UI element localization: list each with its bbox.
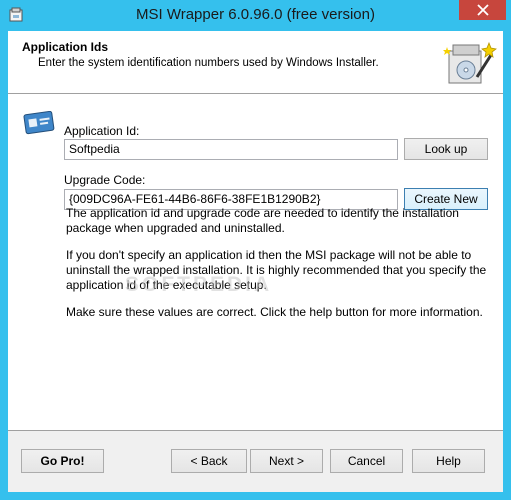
page-title: Application Ids — [22, 40, 109, 54]
window-title: MSI Wrapper 6.0.96.0 (free version) — [136, 6, 375, 23]
info-paragraph-1: The application id and upgrade code are … — [66, 206, 459, 235]
info-text: The application id and upgrade code are … — [66, 206, 496, 332]
close-button[interactable] — [459, 0, 506, 20]
application-id-input[interactable]: Softpedia — [64, 139, 398, 160]
back-button[interactable]: < Back — [171, 449, 247, 473]
info-paragraph-3: Make sure these values are correct. Clic… — [66, 305, 483, 319]
wizard-install-icon — [443, 41, 497, 84]
cancel-button[interactable]: Cancel — [330, 449, 403, 473]
softpedia-watermark: SOFTPEDIA — [125, 273, 273, 296]
wizard-body: Application Id: Softpedia Look up Upgrad… — [8, 94, 503, 431]
close-icon — [476, 4, 489, 16]
wizard-footer: Go Pro! < Back Next > Cancel Help — [8, 431, 503, 492]
wizard-client-area: Application Ids Enter the system identif… — [8, 31, 503, 492]
look-up-button[interactable]: Look up — [404, 138, 488, 160]
application-id-label: Application Id: — [64, 124, 140, 138]
upgrade-code-label: Upgrade Code: — [64, 173, 146, 187]
next-button[interactable]: Next > — [250, 449, 323, 473]
msi-wrapper-window: MSI Wrapper 6.0.96.0 (free version) Appl… — [0, 0, 511, 500]
title-bar[interactable]: MSI Wrapper 6.0.96.0 (free version) — [0, 0, 511, 31]
page-subtitle: Enter the system identification numbers … — [38, 57, 379, 69]
wizard-header: Application Ids Enter the system identif… — [8, 31, 503, 94]
id-card-icon — [23, 111, 55, 135]
go-pro-button[interactable]: Go Pro! — [21, 449, 104, 473]
help-button[interactable]: Help — [412, 449, 485, 473]
